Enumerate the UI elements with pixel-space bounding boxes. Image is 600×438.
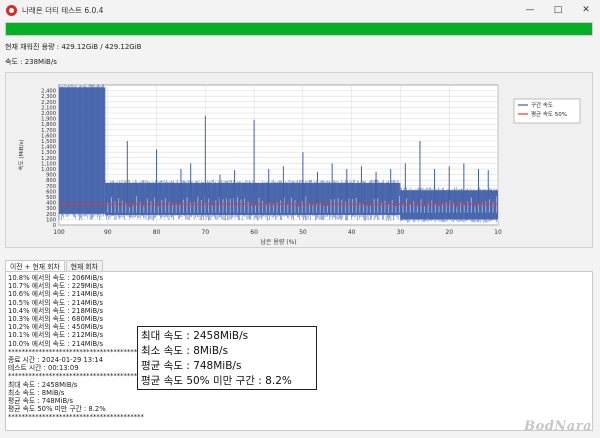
summary-avg-speed: 평균 속도 : 748MiB/s (141, 360, 242, 372)
y-tick-label: 900 (46, 173, 56, 179)
summary-below-half: 평균 속도 50% 미만 구간 : 8.2% (141, 375, 292, 387)
close-button[interactable]: ✕ (572, 0, 600, 20)
log-line: **************************************** (8, 347, 144, 356)
log-line: 10.1% 에서의 속도 : 212MiB/s (8, 331, 104, 340)
y-tick-label: 400 (46, 201, 56, 207)
log-line: 10.5% 에서의 속도 : 214MiB/s (8, 298, 104, 307)
fill-progress-bar (5, 22, 593, 36)
speed-chart-panel: 0 100 200 300 400 500 600 700 800 900 1,000 1,100 1,… (5, 72, 593, 248)
x-tick-label: 70 (202, 229, 210, 236)
x-tick-label: 100 (53, 229, 65, 236)
y-tick-label: 1,800 (41, 122, 56, 128)
x-tick-label: 40 (348, 229, 356, 236)
y-axis-label: 속도 (MiB/s) (17, 140, 25, 171)
log-line: 최대 속도 : 2458MiB/s (8, 380, 78, 389)
x-tick-label: 50 (299, 229, 307, 236)
y-tick-label: 500 (46, 195, 56, 201)
summary-box: 최대 속도 : 2458MiB/s 최소 속도 : 8MiB/s 평균 속도 :… (137, 326, 317, 390)
x-tick-label: 90 (104, 229, 112, 236)
log-line: 10.3% 에서의 속도 : 680MiB/s (8, 315, 104, 324)
y-tick-label: 700 (46, 184, 56, 190)
y-tick-label: 1,100 (41, 161, 56, 167)
log-line: 테스트 시간 : 00:13:09 (8, 364, 79, 373)
y-tick-label: 2,200 (41, 100, 56, 106)
x-tick-label: 20 (445, 229, 453, 236)
y-tick-label: 800 (46, 178, 56, 184)
window-title: 나래온 더티 테스트 6.0.4 (22, 5, 104, 15)
y-tick-label: 1,300 (41, 150, 56, 156)
legend-label: 평균 속도 50% (531, 110, 567, 118)
y-tick-label: 2,400 (41, 89, 56, 95)
log-lines: 10.8% 에서의 속도 : 206MiB/s 10.7% 에서의 속도 : 22… (8, 274, 144, 422)
y-tick-label: 2,100 (41, 105, 56, 111)
title-bar: 나래온 더티 테스트 6.0.4 — □ ✕ (0, 0, 600, 20)
current-speed-text: 속도 : 238MiB/s (5, 58, 57, 66)
app-logo-icon (6, 4, 17, 16)
speed-chart: 01002003004005006007008009001,0001,1001,… (17, 84, 581, 246)
x-tick-label: 30 (397, 229, 405, 236)
y-tick-label: 2,000 (41, 111, 56, 117)
log-line: 10.0% 에서의 속도 : 214MiB/s (8, 339, 104, 348)
y-tick-label: 2,300 (41, 94, 56, 100)
filled-capacity-text: 현재 채워진 용량 : 429.12GiB / 429.12GiB (5, 43, 142, 51)
x-tick-label: 60 (250, 229, 258, 236)
y-tick-label: 1,900 (41, 117, 56, 123)
x-axis-label: 남은 용량 (%) (260, 238, 296, 246)
summary-min-speed: 최소 속도 : 8MiB/s (141, 345, 229, 357)
y-tick-label: 600 (46, 189, 56, 195)
legend-label: 구간 속도 (531, 101, 553, 109)
log-line: **************************************** (8, 372, 144, 381)
log-line: 10.6% 에서의 속도 : 214MiB/s (8, 290, 104, 299)
watermark-logo: BodNara (524, 419, 592, 434)
y-tick-label: 300 (46, 206, 56, 212)
log-line: 평균 속도 50% 미만 구간 : 8.2% (8, 405, 106, 414)
maximize-button[interactable]: □ (544, 0, 572, 20)
x-tick-label: 80 (153, 229, 161, 236)
log-line: **************************************** (8, 413, 144, 422)
y-tick-label: 200 (46, 212, 56, 218)
fill-progress-bar-fill (6, 23, 592, 35)
y-tick-label: 100 (46, 217, 56, 223)
y-tick-label: 1,200 (41, 156, 56, 162)
log-line: 10.8% 에서의 속도 : 206MiB/s (8, 274, 104, 282)
log-line: 종료 시간 : 2024-01-29 13:14 (8, 356, 104, 365)
x-tick-label: 10 (494, 229, 502, 236)
log-line: 최소 속도 : 8MiB/s (8, 388, 65, 397)
log-line: 10.4% 에서의 속도 : 218MiB/s (8, 306, 104, 315)
minimize-button[interactable]: — (516, 0, 544, 20)
y-tick-label: 1,400 (41, 145, 56, 151)
y-tick-label: 1,600 (41, 133, 56, 139)
y-tick-label: 1,500 (41, 139, 56, 145)
summary-max-speed: 최대 속도 : 2458MiB/s (141, 330, 249, 342)
y-tick-label: 1,700 (41, 128, 56, 134)
y-tick-label: 1,000 (41, 167, 56, 173)
